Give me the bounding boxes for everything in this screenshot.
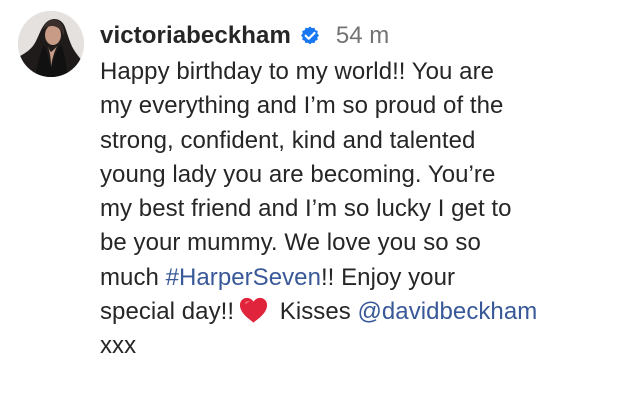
caption-text: much (100, 263, 166, 291)
profile-avatar-image (18, 11, 84, 77)
caption-text: special day!! (100, 298, 235, 326)
comment-caption: Happy birthday to my world!! You are my … (100, 55, 620, 364)
caption-line: young lady you are becoming. You’re (100, 160, 496, 188)
comment-header: victoriabeckham 54 m (100, 20, 620, 52)
caption-line: my everything and I’m so proud of the (100, 92, 504, 120)
comment-timestamp: 54 m (335, 22, 390, 49)
caption-line: xxx (100, 332, 137, 360)
caption-text: !! Enjoy your (320, 263, 456, 291)
mention-link[interactable]: @davidbeckham (358, 298, 538, 325)
username-link[interactable]: victoriabeckham (100, 22, 291, 50)
red-heart-icon (238, 296, 269, 324)
caption-line: strong, confident, kind and talented (100, 126, 476, 154)
comment-content: victoriabeckham 54 m Happy birthday to m… (100, 20, 620, 364)
caption-line: be your mummy. We love you so so (100, 229, 481, 257)
caption-line-with-hashtag: much #HarperSeven!! Enjoy your (100, 261, 620, 295)
instagram-comment: victoriabeckham 54 m Happy birthday to m… (0, 0, 634, 417)
caption-line: Happy birthday to my world!! You are (100, 58, 495, 85)
hashtag-link[interactable]: #HarperSeven (166, 264, 321, 291)
profile-avatar[interactable] (18, 11, 84, 77)
verified-badge-icon (299, 25, 321, 47)
caption-text: Kisses (273, 298, 358, 326)
caption-line-with-mention: special day!! Kisses @davidbeckham (100, 295, 620, 329)
caption-line: my best friend and I’m so lucky I get to (100, 195, 512, 223)
